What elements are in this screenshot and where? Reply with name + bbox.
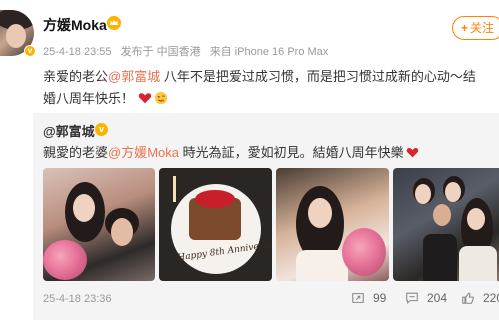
repost-username[interactable]: @郭富城: [43, 121, 95, 140]
verified-icon: v: [95, 123, 108, 136]
follow-button[interactable]: + 关注: [452, 16, 499, 40]
post-meta: 25-4-18 23:55 发布于 中国香港 来自 iPhone 16 Pro …: [43, 43, 334, 59]
photo-thumbnail[interactable]: [276, 168, 389, 281]
repost-card[interactable]: @郭富城 v 親愛的老婆@方媛Moka 時光為証，愛如初見。結婚八周年快樂 Ha…: [33, 113, 499, 320]
heart-icon: [406, 148, 418, 158]
repost-text-part: 時光為証，愛如初見。結婚八周年快樂: [179, 145, 404, 160]
verified-icon: v: [24, 45, 36, 57]
comment-count: 204: [427, 291, 448, 305]
mention-link[interactable]: @郭富城: [108, 69, 160, 84]
comment-button[interactable]: 204: [405, 291, 447, 305]
post-location: 发布于 中国香港: [120, 46, 201, 58]
repost-timestamp[interactable]: 25-4-18 23:36: [43, 293, 112, 305]
like-icon: [462, 292, 474, 304]
repost-count: 99: [373, 291, 387, 305]
username[interactable]: 方媛Moka: [43, 15, 107, 35]
like-button[interactable]: 220: [461, 291, 499, 305]
photo-thumbnail[interactable]: [43, 168, 155, 281]
smile-icon: [154, 91, 168, 105]
repost-button[interactable]: 99: [351, 291, 386, 305]
like-count: 220: [483, 291, 499, 305]
photo-thumbnail[interactable]: Happy 8th Anniversary: [159, 168, 272, 281]
post-device: 来自 iPhone 16 Pro Max: [209, 46, 329, 58]
plus-icon: +: [461, 21, 469, 35]
post-text-part: 亲爱的老公: [43, 69, 109, 84]
post-text: 亲爱的老公@郭富城 八年不是把爱过成习惯，而是把习惯过成新的心动～结婚八周年快乐…: [43, 66, 488, 110]
follow-label: 关注: [470, 21, 495, 35]
post-date[interactable]: 25-4-18 23:55: [43, 46, 112, 58]
heart-icon: [138, 93, 152, 104]
crown-icon: [107, 16, 121, 30]
repost-text: 親愛的老婆@方媛Moka 時光為証，愛如初見。結婚八周年快樂: [43, 142, 419, 161]
comment-icon: [406, 292, 418, 304]
photo-thumbnail[interactable]: [393, 168, 499, 281]
repost-icon: [352, 293, 364, 303]
mention-link[interactable]: @方媛Moka: [108, 145, 179, 160]
repost-text-part: 親愛的老婆: [43, 145, 109, 160]
